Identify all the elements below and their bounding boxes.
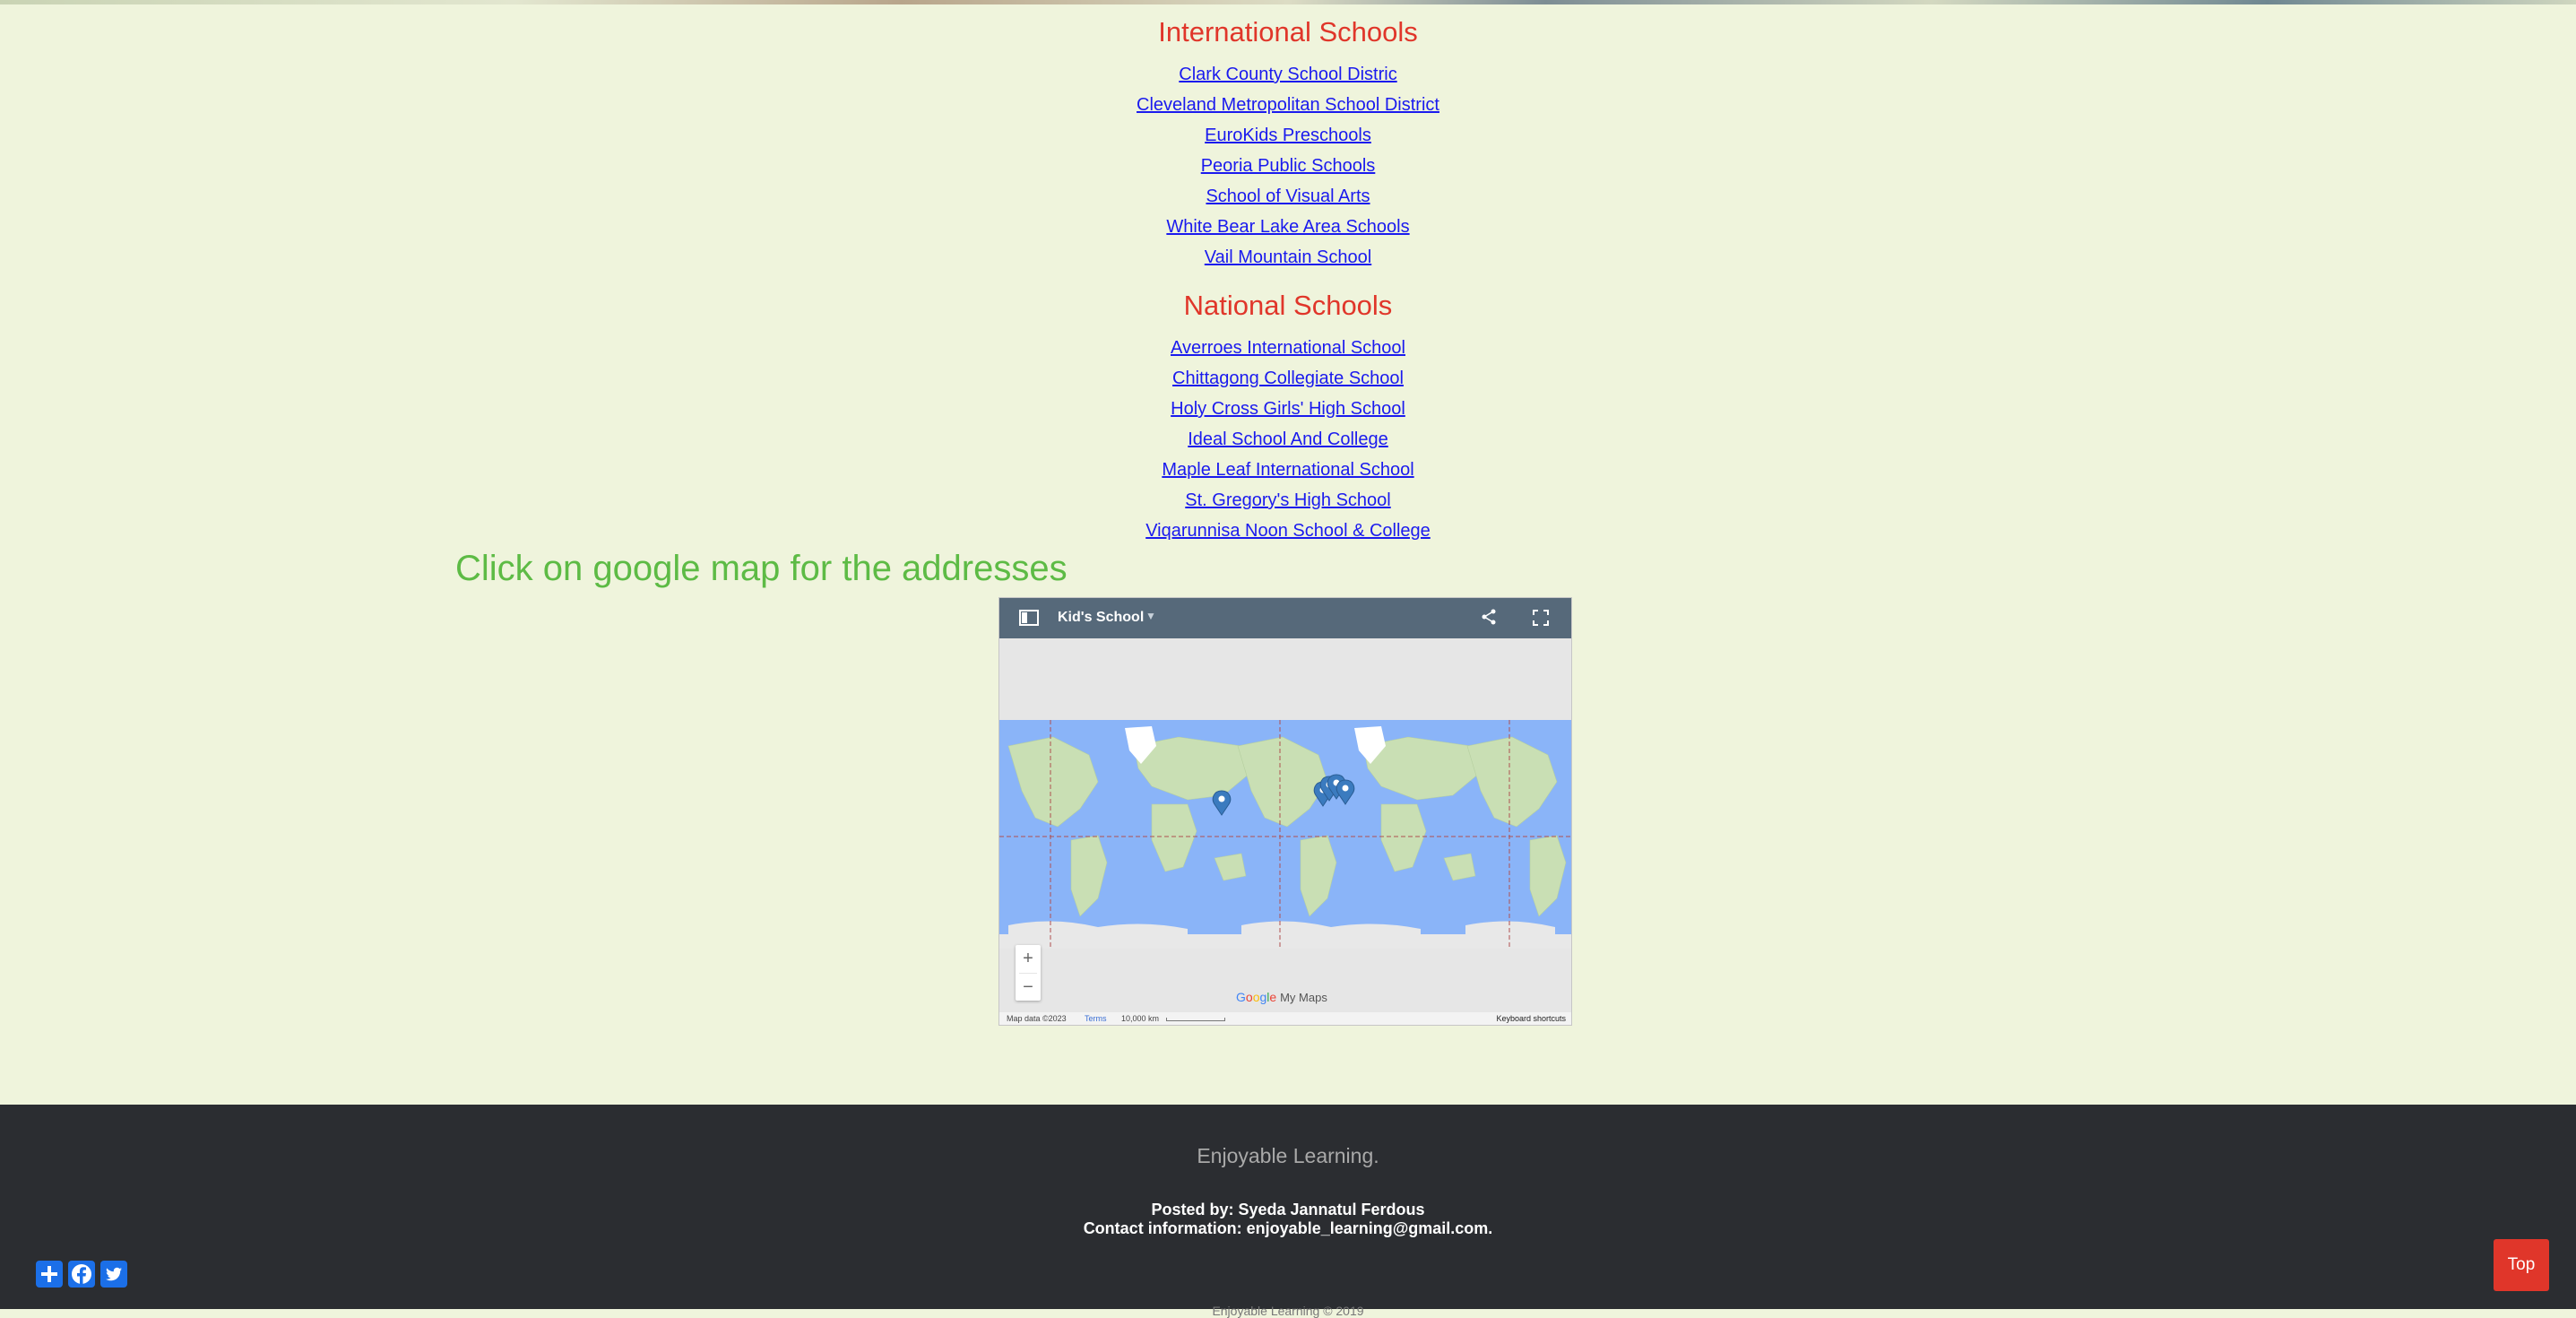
scale-bar — [1166, 1018, 1225, 1021]
list-item: Chittagong Collegiate School — [0, 369, 2576, 399]
school-link[interactable]: Cleveland Metropolitan School District — [1137, 95, 1439, 115]
zoom-control: + − — [1016, 945, 1041, 1001]
school-link[interactable]: Chittagong Collegiate School — [1172, 369, 1404, 388]
logo-letter: o — [1245, 990, 1253, 1004]
zoom-in-button[interactable]: + — [1016, 945, 1041, 973]
map-title: Kid's School — [1058, 610, 1145, 625]
list-item: School of Visual Arts — [0, 186, 2576, 217]
school-link[interactable]: Vail Mountain School — [1205, 247, 1371, 267]
school-link[interactable]: Averroes International School — [1171, 338, 1405, 358]
school-link[interactable]: Viqarunnisa Noon School & College — [1145, 521, 1431, 541]
logo-letter: G — [1236, 990, 1246, 1004]
twitter-icon — [106, 1267, 122, 1281]
list-item: Vail Mountain School — [0, 247, 2576, 278]
footer-tagline: Enjoyable Learning. — [1197, 1144, 1379, 1167]
list-item: Averroes International School — [0, 338, 2576, 369]
logo-letter: e — [1269, 990, 1277, 1004]
google-my-maps-logo: Google My Maps — [1236, 990, 1327, 1004]
list-item: White Bear Lake Area Schools — [0, 217, 2576, 247]
terms-link[interactable]: Terms — [1085, 1014, 1107, 1023]
keyboard-shortcuts-link[interactable]: Keyboard shortcuts — [1496, 1014, 1566, 1023]
map-data-credit: Map data ©2023 — [1007, 1014, 1067, 1023]
international-schools-list: Clark County School Distric Cleveland Me… — [0, 65, 2576, 278]
facebook-icon — [72, 1264, 91, 1284]
header-image-strip — [0, 0, 2576, 4]
school-link[interactable]: Ideal School And College — [1188, 429, 1388, 449]
list-item: Maple Leaf International School — [0, 460, 2576, 490]
back-to-top-button[interactable]: Top — [2494, 1239, 2549, 1291]
list-item: Cleveland Metropolitan School District — [0, 95, 2576, 126]
share-icon[interactable] — [1480, 608, 1498, 630]
map-attribution-bar: Map data ©2023 Terms 10,000 km Keyboard … — [999, 1012, 1571, 1025]
share-twitter-button[interactable] — [100, 1261, 127, 1288]
list-item: Peoria Public Schools — [0, 156, 2576, 186]
school-link[interactable]: Clark County School Distric — [1179, 65, 1396, 84]
caret-down-icon[interactable]: ▼ — [1145, 610, 1156, 622]
school-link[interactable]: Maple Leaf International School — [1162, 460, 1413, 480]
footer-posted-by: Posted by: Syeda Jannatul Ferdous — [1151, 1201, 1425, 1218]
map-header: Kid's School ▼ — [999, 598, 1571, 638]
school-link[interactable]: EuroKids Preschools — [1205, 126, 1371, 145]
site-footer: Enjoyable Learning. Posted by: Syeda Jan… — [0, 1105, 2576, 1318]
list-item: Holy Cross Girls' High School — [0, 399, 2576, 429]
world-map-graphic — [999, 638, 1571, 1025]
google-map-embed[interactable]: Kid's School ▼ + − Google My Maps Map da… — [998, 597, 1572, 1026]
share-add-button[interactable] — [36, 1261, 63, 1288]
school-link[interactable]: School of Visual Arts — [1206, 186, 1370, 206]
share-facebook-button[interactable] — [68, 1261, 95, 1288]
school-link[interactable]: White Bear Lake Area Schools — [1166, 217, 1409, 237]
scale-label[interactable]: 10,000 km — [1121, 1014, 1159, 1023]
plus-icon — [41, 1266, 57, 1282]
international-schools-title: International Schools — [1158, 16, 1418, 48]
fullscreen-icon[interactable] — [1532, 609, 1550, 631]
school-link[interactable]: Peoria Public Schools — [1201, 156, 1376, 176]
list-item: Clark County School Distric — [0, 65, 2576, 95]
list-item: Viqarunnisa Noon School & College — [0, 521, 2576, 551]
school-link[interactable]: St. Gregory's High School — [1185, 490, 1390, 510]
list-item: St. Gregory's High School — [0, 490, 2576, 521]
list-item: EuroKids Preschools — [0, 126, 2576, 156]
list-item: Ideal School And College — [0, 429, 2576, 460]
national-schools-title: National Schools — [1183, 290, 1393, 321]
footer-copyright: Enjoyable Learning © 2019 — [1212, 1304, 1364, 1318]
my-maps-label: My Maps — [1280, 991, 1327, 1004]
national-schools-list: Averroes International School Chittagong… — [0, 338, 2576, 551]
map-caption: Click on google map for the addresses — [455, 549, 1068, 588]
side-panel-icon[interactable] — [1019, 610, 1039, 630]
footer-contact: Contact information: enjoyable_learning@… — [1083, 1219, 1493, 1237]
school-link[interactable]: Holy Cross Girls' High School — [1171, 399, 1405, 419]
zoom-out-button[interactable]: − — [1016, 974, 1041, 1002]
map-canvas[interactable]: + − Google My Maps — [999, 638, 1571, 1025]
